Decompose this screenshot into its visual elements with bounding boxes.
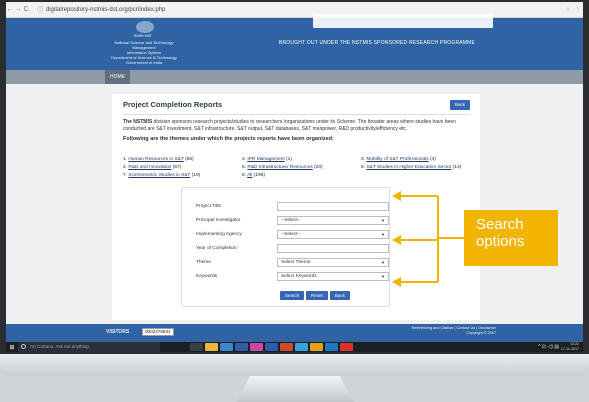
callout-line: options <box>476 233 525 250</box>
arrow-head <box>392 235 401 245</box>
callout-text: Search options <box>476 216 554 250</box>
callout-line: Search <box>476 216 524 233</box>
search-options-callout: Search options <box>464 210 558 266</box>
arrow-head <box>392 277 401 287</box>
monitor: ← → C ⓘ digitalrepository-nstmis-dst.org… <box>0 0 589 402</box>
arrow-head <box>392 191 401 201</box>
callout-arrows <box>392 191 464 287</box>
